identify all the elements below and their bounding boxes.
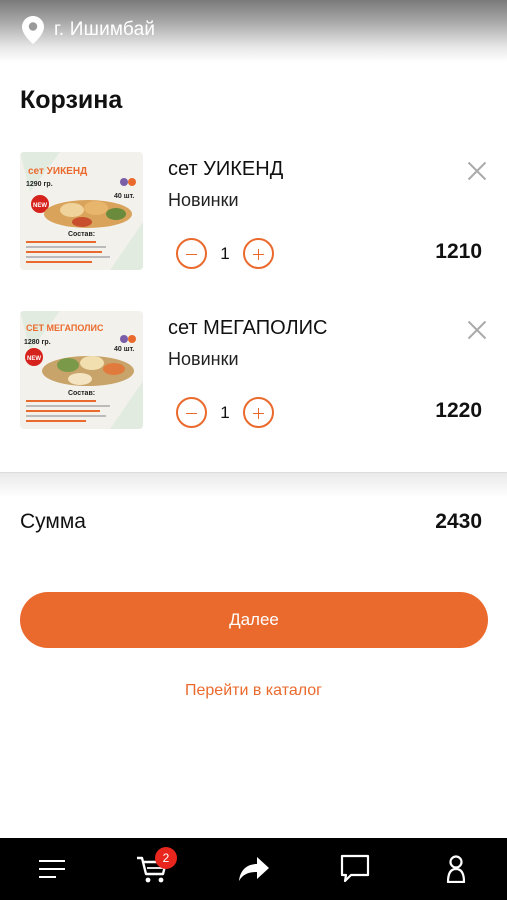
product-image: СЕТ МЕГАПОЛИС 1280 гр. 40 шт. NEW Состав…	[20, 311, 143, 429]
quantity-value: 1	[220, 402, 230, 422]
product-title: сет УИКЕНД	[168, 158, 284, 180]
decrease-quantity-button[interactable]	[176, 238, 207, 269]
menu-icon	[39, 860, 65, 878]
total-label: Сумма	[20, 510, 86, 533]
image-banner: сет УИКЕНД	[28, 166, 87, 177]
remove-item-button[interactable]	[466, 319, 488, 341]
image-new-badge: NEW	[27, 356, 41, 362]
image-pieces: 40 шт.	[114, 346, 134, 353]
image-contents-label: Состав:	[68, 390, 95, 397]
city-name: г. Ишимбай	[54, 19, 156, 40]
product-category: Новинки	[168, 190, 239, 210]
profile-icon	[446, 855, 466, 883]
cart-count-badge: 2	[155, 847, 177, 869]
increase-quantity-button[interactable]	[243, 238, 274, 269]
go-to-catalog-link[interactable]: Перейти в каталог	[0, 682, 507, 700]
top-bar: г. Ишимбай	[0, 0, 507, 62]
product-title: сет МЕГАПОЛИС	[168, 317, 328, 339]
location-pin-icon	[22, 16, 44, 44]
quantity-value: 1	[220, 243, 230, 263]
page-title: Корзина	[20, 86, 123, 114]
bottom-tab-bar: 2	[0, 838, 507, 900]
tab-cart[interactable]: 2	[122, 838, 182, 900]
decrease-quantity-button[interactable]	[176, 397, 207, 428]
image-weight: 1280 гр.	[24, 339, 51, 346]
quantity-stepper: 1	[176, 238, 274, 269]
increase-quantity-button[interactable]	[243, 397, 274, 428]
quantity-stepper: 1	[176, 397, 274, 428]
item-price: 1210	[435, 240, 482, 263]
section-divider-shadow	[0, 472, 507, 498]
product-image: сет УИКЕНД 1290 гр. 40 шт. NEW Состав:	[20, 152, 143, 270]
section-divider	[0, 472, 507, 473]
chat-icon	[340, 854, 370, 883]
next-button[interactable]: Далее	[20, 592, 488, 648]
cart-item: СЕТ МЕГАПОЛИС 1280 гр. 40 шт. NEW Состав…	[0, 311, 507, 451]
cart-item: сет УИКЕНД 1290 гр. 40 шт. NEW Состав: с…	[0, 152, 507, 292]
image-pieces: 40 шт.	[114, 193, 134, 200]
tab-chat[interactable]	[325, 838, 385, 900]
minus-icon	[186, 412, 197, 415]
image-weight: 1290 гр.	[26, 181, 53, 188]
plus-icon-vertical	[257, 249, 260, 260]
tab-profile[interactable]	[426, 838, 486, 900]
remove-item-button[interactable]	[466, 160, 488, 182]
tab-menu[interactable]	[22, 838, 82, 900]
total-value: 2430	[435, 510, 482, 533]
city-selector[interactable]: г. Ишимбай	[22, 16, 155, 44]
image-new-badge: NEW	[33, 203, 47, 209]
item-price: 1220	[435, 399, 482, 422]
minus-icon	[186, 253, 197, 256]
image-banner: СЕТ МЕГАПОЛИС	[26, 323, 104, 333]
share-icon	[239, 857, 269, 881]
image-contents-label: Состав:	[68, 231, 95, 238]
tab-share[interactable]	[224, 838, 284, 900]
product-category: Новинки	[168, 349, 239, 369]
plus-icon-vertical	[257, 408, 260, 419]
